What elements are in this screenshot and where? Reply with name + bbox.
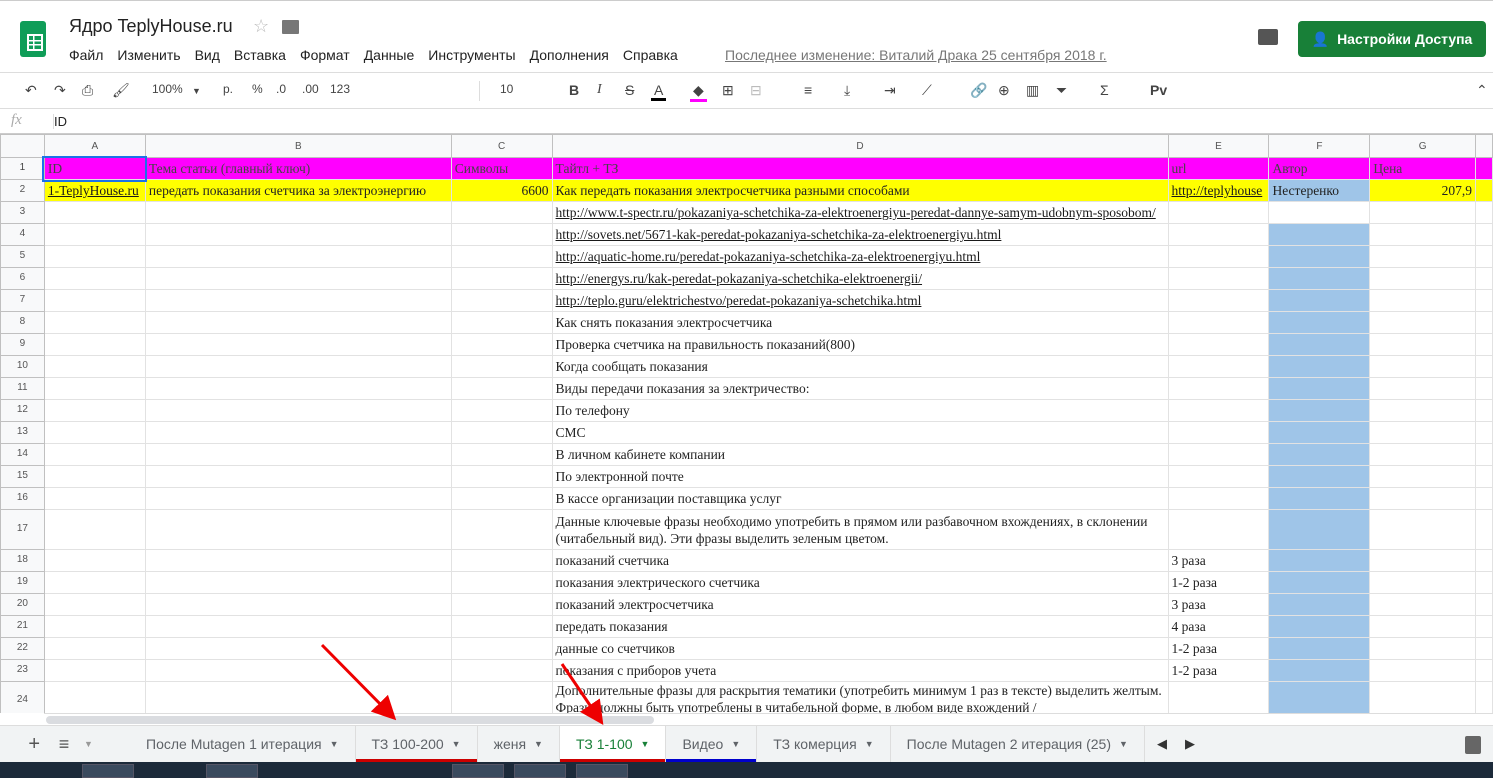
red-arrow (560, 663, 604, 725)
annotation-arrows (320, 643, 604, 725)
red-arrow (320, 643, 397, 721)
